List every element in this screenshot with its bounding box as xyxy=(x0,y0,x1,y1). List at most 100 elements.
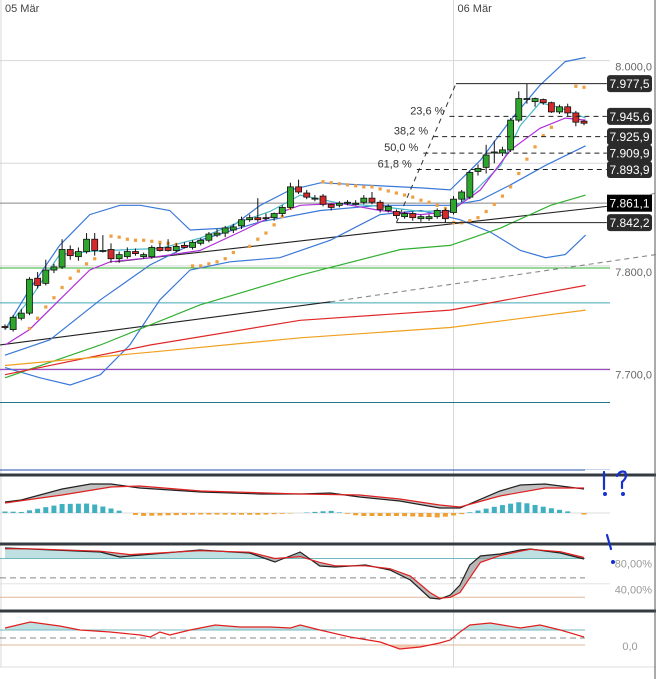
candle-body-up xyxy=(42,269,50,284)
candle-body-up xyxy=(360,197,368,203)
candle xyxy=(523,83,531,104)
sar-dot xyxy=(419,198,423,202)
handwritten-annotation-icon xyxy=(602,470,628,564)
candle-body-up xyxy=(433,210,441,218)
price-tag-label: 7.945,6 xyxy=(609,110,649,124)
macd-histogram-bar xyxy=(516,502,522,513)
candle-body-up xyxy=(17,312,25,319)
sar-dot xyxy=(117,235,121,239)
sar-dot xyxy=(125,237,129,241)
macd-histogram-bar xyxy=(336,512,342,513)
candle xyxy=(409,211,417,221)
stock-chart[interactable]: 05 Mär 06 Mär 8.000,0 7.800,0 7.700,0 23,6 % 3… xyxy=(0,0,656,679)
sar-dot xyxy=(492,202,496,206)
macd-histogram-bar xyxy=(426,513,432,518)
candle-body-up xyxy=(287,186,294,208)
sar-dot xyxy=(44,305,48,309)
candle xyxy=(221,225,229,238)
candle xyxy=(99,235,107,253)
macd-histogram-bar xyxy=(393,513,399,516)
candle-body-up xyxy=(189,241,196,248)
sar-dot xyxy=(500,194,505,198)
candle-body-up xyxy=(115,254,123,260)
sar-dot xyxy=(329,181,333,185)
macd-histogram-bar xyxy=(181,513,187,515)
macd-histogram-bar xyxy=(43,507,49,513)
macd-histogram-bar xyxy=(451,513,457,516)
price-tag-label: 7.977,5 xyxy=(609,77,649,91)
red-ma-line xyxy=(4,284,586,376)
candle xyxy=(580,120,588,126)
sar-dot xyxy=(256,237,260,241)
candle xyxy=(148,245,156,259)
macd-histogram-bar xyxy=(263,513,269,515)
macd-histogram-bar xyxy=(214,513,220,515)
sar-dot xyxy=(427,200,431,204)
candle-body-up xyxy=(148,247,156,258)
candle-body-up xyxy=(74,251,82,258)
macd-histogram-bar xyxy=(557,509,563,513)
candle-body-up xyxy=(83,238,90,252)
sar-dot xyxy=(411,195,415,199)
candle xyxy=(515,91,523,123)
candle-body-down xyxy=(376,201,384,210)
candle-body-down xyxy=(164,247,172,251)
candle-body-up xyxy=(197,239,205,244)
candle xyxy=(311,195,319,202)
sar-dot xyxy=(378,187,382,191)
candle-body-up xyxy=(278,206,286,214)
macd-histogram-bar xyxy=(10,511,16,513)
candle-body-down xyxy=(303,192,311,198)
candle-body-up xyxy=(140,254,148,258)
macd-histogram-bar xyxy=(581,513,587,515)
candle-body-up xyxy=(466,172,474,198)
macd-histogram-bar xyxy=(548,508,554,513)
candle xyxy=(287,182,294,210)
candle xyxy=(368,191,376,205)
macd-histogram-bar xyxy=(442,513,448,517)
sar-dot xyxy=(27,326,32,331)
price-tag-label: 7.925,9 xyxy=(609,130,649,144)
sar-dot xyxy=(272,223,276,227)
sar-dot xyxy=(582,85,586,89)
question-dot xyxy=(620,492,625,497)
sar-dot xyxy=(484,209,488,214)
osc-zero-label: 0,0 xyxy=(622,641,637,653)
candle-body-up xyxy=(238,219,245,227)
fib-level-label: 23,6 % xyxy=(410,105,444,117)
macd-histogram-bar xyxy=(59,504,65,513)
macd-histogram-bar xyxy=(198,513,204,515)
candle xyxy=(189,240,196,250)
stoch-level-label: 80,00% xyxy=(615,559,653,571)
candle xyxy=(433,208,441,219)
candle-body-up xyxy=(458,191,466,200)
sar-dot xyxy=(207,262,211,266)
candle-body-up xyxy=(556,106,563,113)
candle-body-down xyxy=(107,249,115,260)
sar-dot xyxy=(386,189,390,193)
fib-level-label: 50,0 % xyxy=(384,142,418,154)
candle-body-up xyxy=(213,232,221,236)
macd-histogram-bar xyxy=(141,513,147,516)
price-tag-label: 7.909,9 xyxy=(609,147,649,161)
macd-histogram-bar xyxy=(508,503,514,513)
candle-body-down xyxy=(319,195,327,205)
candle xyxy=(393,209,400,219)
candle-body-down xyxy=(572,112,580,123)
candle xyxy=(466,170,474,200)
macd-histogram-bar xyxy=(459,513,465,515)
candle-body-up xyxy=(229,226,237,231)
candle-body-up xyxy=(344,201,351,204)
candle-body-down xyxy=(254,217,262,221)
candle xyxy=(83,233,90,254)
sar-dot xyxy=(354,184,358,188)
macd-histogram-bar xyxy=(255,513,261,515)
candle xyxy=(556,104,563,114)
sar-dot xyxy=(517,171,521,176)
sar-dot xyxy=(68,276,72,280)
sar-dot xyxy=(231,250,235,255)
candle xyxy=(303,189,311,200)
candle-body-up xyxy=(335,202,343,206)
macd-histogram-bar xyxy=(132,513,138,515)
sar-dot xyxy=(345,183,350,187)
